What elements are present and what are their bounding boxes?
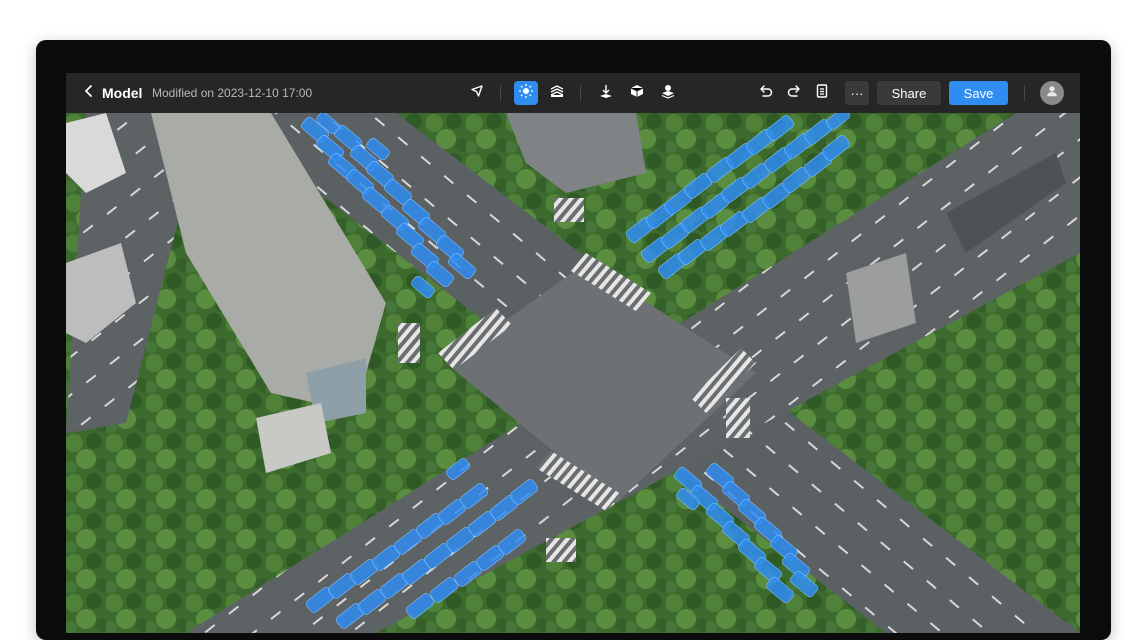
pointer-icon xyxy=(469,83,485,104)
user-avatar-button[interactable] xyxy=(1040,81,1064,105)
top-toolbar: Model Modified on 2023-12-10 17:00 ··· S… xyxy=(66,73,1080,113)
redo-button[interactable] xyxy=(782,81,806,105)
toolbar-divider xyxy=(500,85,501,101)
layers-tool-button[interactable] xyxy=(545,81,569,105)
undo-button[interactable] xyxy=(754,81,778,105)
detect-tool-button[interactable] xyxy=(514,81,538,105)
user-avatar-icon xyxy=(1045,84,1059,103)
stack-tool-button[interactable] xyxy=(656,81,680,105)
layers-icon xyxy=(549,83,565,104)
aerial-intersection-image xyxy=(66,113,1080,633)
more-button[interactable]: ··· xyxy=(845,81,869,105)
share-button[interactable]: Share xyxy=(877,81,941,105)
app-window: Model Modified on 2023-12-10 17:00 ··· S… xyxy=(66,73,1080,633)
document-icon xyxy=(814,83,830,104)
detect-icon xyxy=(518,83,534,104)
notes-button[interactable] xyxy=(810,81,834,105)
toolbar-divider xyxy=(1024,85,1025,101)
modified-timestamp: Modified on 2023-12-10 17:00 xyxy=(152,86,313,100)
cube-tool-button[interactable] xyxy=(625,81,649,105)
chevron-left-icon xyxy=(82,84,102,103)
page-title: Model xyxy=(102,85,143,101)
back-button[interactable]: Model xyxy=(82,73,142,113)
elevation-icon xyxy=(598,83,614,104)
redo-icon xyxy=(786,83,802,104)
pointer-tool-button[interactable] xyxy=(465,81,489,105)
aerial-map-canvas[interactable] xyxy=(66,113,1080,633)
undo-icon xyxy=(758,83,774,104)
cube-icon xyxy=(629,83,645,104)
elevation-tool-button[interactable] xyxy=(594,81,618,105)
toolbar-divider xyxy=(580,85,581,101)
stack-icon xyxy=(660,83,676,104)
save-button[interactable]: Save xyxy=(949,81,1008,105)
